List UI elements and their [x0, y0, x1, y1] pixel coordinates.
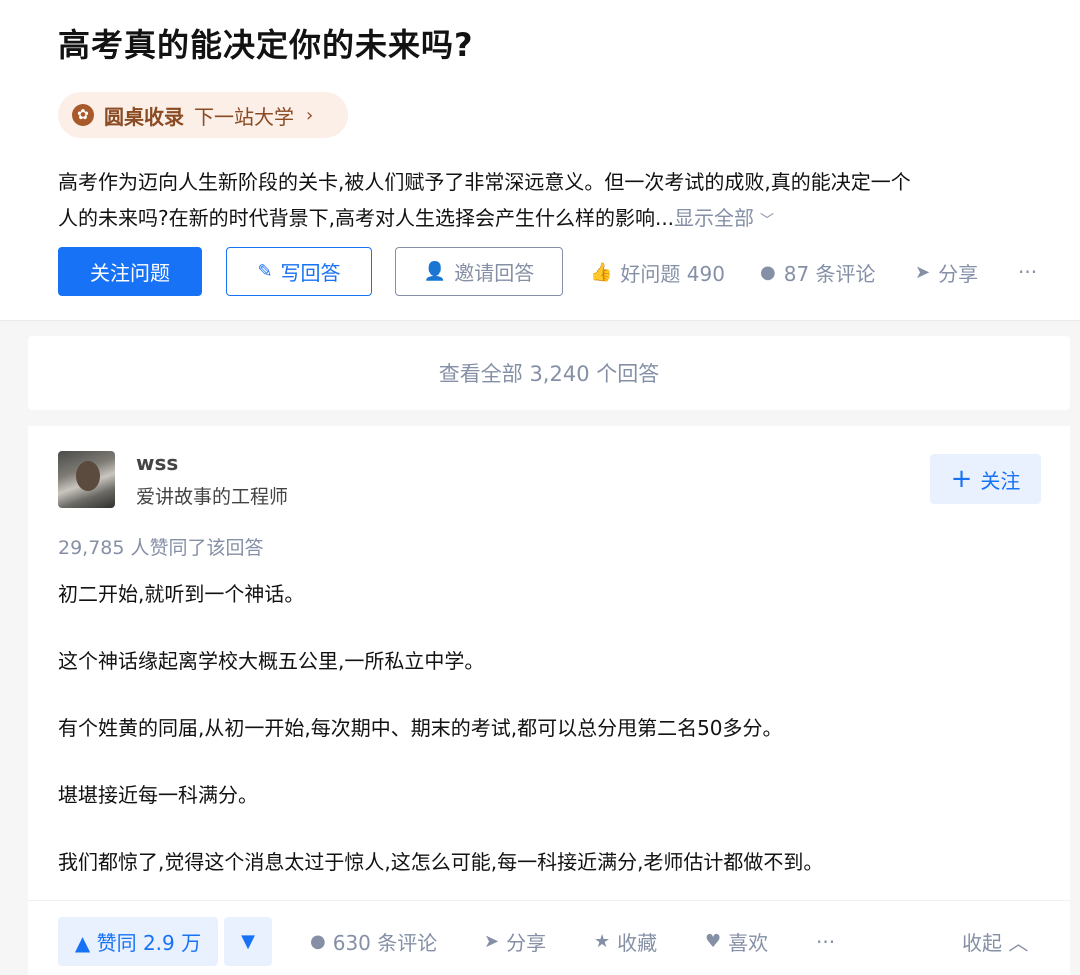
- author-bio: 爱讲故事的工程师: [136, 486, 289, 508]
- like-label: 喜欢: [728, 931, 769, 955]
- chevron-right-icon: ›: [306, 104, 314, 126]
- vote-up-button[interactable]: ▲ 赞同 2.9 万: [58, 917, 218, 966]
- answer-share-button[interactable]: ➤ 分享: [484, 917, 546, 966]
- follow-question-label: 关注问题: [90, 261, 170, 285]
- invite-answer-label: 邀请回答: [454, 261, 535, 285]
- pencil-icon: ✎: [257, 261, 273, 282]
- share-button[interactable]: ➤ 分享: [915, 256, 978, 288]
- answer-comments-button[interactable]: ● 630 条评论: [310, 917, 437, 966]
- view-all-answers-button[interactable]: 查看全部 3,240 个回答: [28, 336, 1070, 410]
- star-icon: ★: [594, 931, 611, 952]
- more-icon: ···: [816, 929, 836, 954]
- answer-paragraph: 这个神话缘起离学校大概五公里,一所私立中学。: [58, 649, 485, 673]
- roundtable-icon: ✿: [72, 104, 94, 126]
- good-question-button[interactable]: 👍 好问题 490: [590, 256, 725, 288]
- comments-label: 87 条评论: [783, 261, 876, 286]
- answer-card: wss 爱讲故事的工程师 + 关注 29,785 人赞同了该回答 初二开始,就听…: [28, 426, 1070, 975]
- thumbs-up-icon: 👍: [590, 261, 613, 283]
- share-icon: ➤: [484, 931, 500, 952]
- answer-share-label: 分享: [506, 931, 547, 955]
- vote-summary: 29,785 人赞同了该回答: [58, 537, 264, 559]
- question-title: 高考真的能决定你的未来吗?: [58, 26, 474, 64]
- answer-paragraph: 堪堪接近每一科满分。: [58, 783, 258, 807]
- question-description: 高考作为迈向人生新阶段的关卡,被人们赋予了非常深远意义。但一次考试的成败,真的能…: [58, 164, 1068, 239]
- description-line-1: 高考作为迈向人生新阶段的关卡,被人们赋予了非常深远意义。但一次考试的成败,真的能…: [58, 170, 911, 194]
- vote-down-button[interactable]: ▼: [224, 917, 272, 966]
- plus-icon: +: [950, 464, 973, 494]
- follow-author-label: 关注: [980, 468, 1021, 493]
- add-user-icon: 👤: [423, 261, 447, 282]
- collapse-label: 收起 ︿: [962, 931, 1029, 955]
- comments-button[interactable]: ● 87 条评论: [760, 256, 876, 288]
- follow-question-button[interactable]: 关注问题: [58, 247, 202, 296]
- invite-answer-button[interactable]: 👤 邀请回答: [395, 247, 563, 296]
- answer-paragraph: 有个姓黄的同届,从初一开始,每次期中、期末的考试,都可以总分甩第二名50多分。: [58, 716, 783, 740]
- chevron-down-icon[interactable]: ﹀: [760, 213, 774, 229]
- write-answer-label: 写回答: [280, 261, 341, 285]
- avatar-figure: [76, 461, 100, 491]
- avatar[interactable]: [58, 451, 115, 508]
- share-icon: ➤: [915, 261, 931, 283]
- collect-label: 收藏: [617, 931, 658, 955]
- more-icon: ···: [1018, 260, 1038, 284]
- comment-icon: ●: [760, 261, 776, 283]
- collect-button[interactable]: ★ 收藏: [594, 917, 657, 966]
- description-line-2: 人的未来吗?在新的时代背景下,高考对人生选择会产生什么样的影响...显示全部 ﹀: [58, 200, 1068, 239]
- more-button[interactable]: ···: [1018, 256, 1037, 288]
- answer-action-bar: ▲ 赞同 2.9 万 ▼ ● 630 条评论 ➤ 分享 ★ 收藏 ♥ 喜欢 ··…: [28, 900, 1070, 975]
- show-all-link[interactable]: 显示全部: [674, 206, 754, 230]
- write-answer-button[interactable]: ✎ 写回答: [226, 247, 372, 296]
- answer-paragraph: 我们都惊了,觉得这个消息太过于惊人,这怎么可能,每一科接近满分,老师估计都做不到…: [58, 850, 824, 874]
- answer-comments-label: 630 条评论: [332, 931, 438, 955]
- comment-icon: ●: [310, 931, 326, 952]
- answer-paragraph: 初二开始,就听到一个神话。: [58, 582, 305, 606]
- roundtable-name: 下一站大学: [194, 104, 294, 129]
- heart-icon: ♥: [705, 931, 722, 952]
- share-label: 分享: [938, 261, 979, 286]
- good-question-label: 好问题 490: [620, 261, 725, 286]
- description-text: 人的未来吗?在新的时代背景下,高考对人生选择会产生什么样的影响...: [58, 206, 675, 230]
- roundtable-label: 圆桌收录: [104, 104, 184, 129]
- author-name[interactable]: wss: [136, 451, 178, 475]
- view-all-answers-label: 查看全部 3,240 个回答: [438, 362, 660, 386]
- question-header: 高考真的能决定你的未来吗? ✿ 圆桌收录 下一站大学 › 高考作为迈向人生新阶段…: [0, 0, 1080, 321]
- answer-more-button[interactable]: ···: [816, 917, 835, 966]
- like-button[interactable]: ♥ 喜欢: [705, 917, 768, 966]
- follow-author-button[interactable]: + 关注: [930, 454, 1041, 504]
- roundtable-tag[interactable]: ✿ 圆桌收录 下一站大学 ›: [58, 92, 348, 138]
- collapse-button[interactable]: 收起 ︿: [962, 917, 1028, 966]
